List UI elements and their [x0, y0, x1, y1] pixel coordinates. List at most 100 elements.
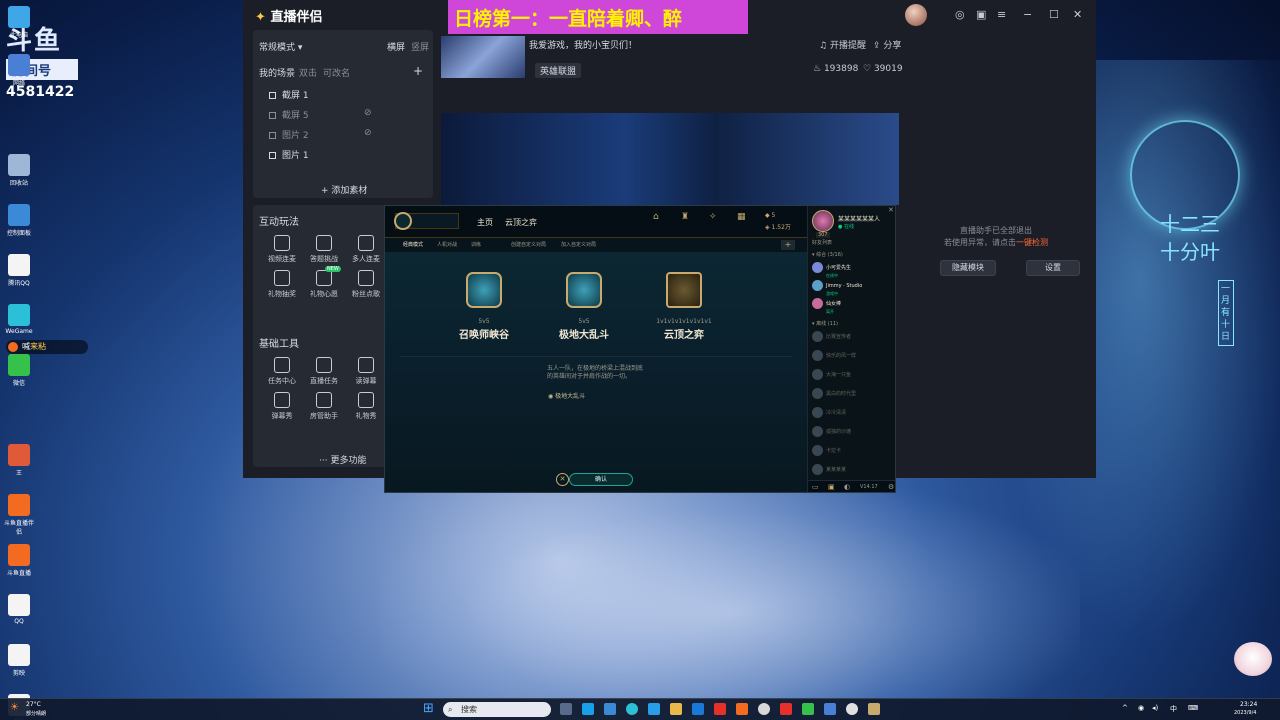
profile-nav-icon[interactable]: ⌂	[653, 212, 659, 222]
game-mode-card[interactable]: 5v5 极地大乱斗	[549, 272, 619, 341]
interact-item[interactable]: 礼物抽奖	[261, 270, 303, 299]
play-button[interactable]	[394, 212, 459, 230]
desktop-icon[interactable]: 微信	[4, 354, 34, 387]
hide-module-button[interactable]: 隐藏模块	[940, 260, 996, 276]
pet-mascot-icon[interactable]	[1234, 642, 1272, 676]
scene-tab-mine[interactable]: 我的场景	[259, 66, 295, 79]
mission-icon[interactable]: ◐	[844, 483, 850, 491]
help-icon[interactable]: ⚙	[888, 483, 894, 491]
scene-item[interactable]: 图片 2 ⊘	[269, 128, 379, 141]
tray-chevron-icon[interactable]: ^	[1122, 704, 1128, 712]
chat-icon[interactable]: ▭	[812, 483, 819, 491]
interact-item[interactable]: 多人连麦	[345, 235, 387, 264]
start-icon[interactable]: ⊞	[423, 701, 434, 716]
profile-avatar[interactable]	[812, 210, 834, 232]
weather-text[interactable]: 部分晴朗	[26, 710, 46, 717]
obs-icon[interactable]	[846, 703, 858, 715]
store-nav-icon[interactable]: ▦	[737, 212, 746, 222]
sub-tab[interactable]: 创建自定义对局	[511, 241, 546, 248]
store-icon[interactable]	[692, 703, 704, 715]
desktop-icon[interactable]: 斗鱼直播伴侣	[4, 494, 34, 536]
desktop-icon[interactable]: QQ	[4, 594, 34, 625]
volume-icon[interactable]: ◂)	[1152, 704, 1158, 712]
add-party-icon[interactable]: +	[781, 240, 795, 250]
scene-item[interactable]: 截屏 1	[269, 88, 379, 101]
friend-row[interactable]: 快乐的风一样	[812, 350, 895, 361]
browser-icon[interactable]	[604, 703, 616, 715]
more-functions-button[interactable]: ··· 更多功能	[319, 453, 366, 466]
category-tag[interactable]: 英雄联盟	[535, 63, 582, 78]
wegame-icon[interactable]	[626, 703, 638, 715]
search-input[interactable]: ⌕ 搜索	[443, 702, 551, 717]
sub-tab[interactable]: 经典模式	[403, 241, 423, 248]
folder-icon[interactable]	[670, 703, 682, 715]
interact-item[interactable]: 粉丝点歌	[345, 270, 387, 299]
menu-icon[interactable]: ≡	[997, 8, 1006, 21]
desktop-icon[interactable]: 王	[4, 444, 34, 477]
scene-item[interactable]: 截屏 5 ⊘	[269, 108, 379, 121]
league-icon[interactable]	[868, 703, 880, 715]
tool-item[interactable]: 弹幕秀	[261, 392, 303, 421]
mail-icon[interactable]	[648, 703, 660, 715]
friend-row[interactable]: 卡拉卡	[812, 445, 895, 456]
tool-item[interactable]: 读弹幕	[345, 357, 387, 386]
cancel-button[interactable]: ✕	[556, 473, 569, 486]
wechat-icon[interactable]	[802, 703, 814, 715]
mode-landscape[interactable]: 横屏	[387, 40, 405, 53]
friend-row[interactable]: 冷冷清清	[812, 407, 895, 418]
tool-item[interactable]: 任务中心	[261, 357, 303, 386]
desktop-icon[interactable]: 斗鱼直播	[4, 544, 34, 577]
opera-icon[interactable]	[714, 703, 726, 715]
hidden-eye-icon[interactable]: ⊘	[364, 108, 372, 118]
friend-row[interactable]: Jimmy · Studio 游戏中	[812, 280, 895, 297]
hidden-eye-icon[interactable]: ⊘	[364, 128, 372, 138]
task-view-icon[interactable]	[560, 703, 572, 715]
tool-item[interactable]: 房管助手	[303, 392, 345, 421]
friend-add-icon[interactable]: ▣	[828, 483, 835, 491]
social-close-icon[interactable]: ✕	[888, 206, 894, 214]
minimize-icon[interactable]: −	[1023, 8, 1032, 21]
clock-time[interactable]: 23:24	[1240, 701, 1257, 708]
input-icon[interactable]: ⌨	[1188, 704, 1198, 712]
loot-nav-icon[interactable]: ✧	[709, 212, 717, 222]
collection-nav-icon[interactable]: ♜	[681, 212, 689, 222]
music-icon[interactable]	[780, 703, 792, 715]
network-icon[interactable]: ◉	[1138, 704, 1144, 712]
add-material-button[interactable]: + 添加素材	[321, 183, 367, 196]
sub-tab[interactable]: 训练	[471, 241, 481, 248]
desktop-icon[interactable]: 控制面板	[4, 204, 34, 237]
friend-row[interactable]: 比赛宣传者	[812, 331, 895, 342]
mode-portrait[interactable]: 竖屏	[411, 40, 429, 53]
scene-item[interactable]: 图片 1	[269, 148, 379, 161]
interact-item[interactable]: 礼物心愿 NEW	[303, 266, 345, 299]
nav-home[interactable]: 主页	[477, 217, 493, 228]
friend-row[interactable]: 黑白的时代里	[812, 388, 895, 399]
friend-row[interactable]: 仙女棒 离开	[812, 298, 895, 315]
add-scene-icon[interactable]: +	[413, 64, 423, 78]
window-avatar[interactable]	[905, 4, 927, 26]
friend-row[interactable]: 某某某某	[812, 464, 895, 475]
interact-item[interactable]: 答题挑战	[303, 235, 345, 264]
desktop-icon[interactable]: 网络	[4, 54, 34, 87]
settings-icon[interactable]: ▣	[976, 8, 986, 21]
desktop-icon[interactable]: WeGame	[4, 304, 34, 335]
douyu-icon[interactable]	[736, 703, 748, 715]
confirm-button[interactable]: 确认	[569, 473, 633, 486]
close-icon[interactable]: ✕	[1073, 8, 1082, 21]
friend-row[interactable]: 孤独的沙滩	[812, 426, 895, 437]
edge-icon[interactable]	[582, 703, 594, 715]
maximize-icon[interactable]: ☐	[1049, 8, 1059, 21]
sub-tab[interactable]: 人机对战	[437, 241, 457, 248]
clock-date[interactable]: 2023/9/4	[1234, 710, 1256, 716]
nav-tft[interactable]: 云顶之弈	[505, 217, 537, 228]
qq-icon[interactable]	[758, 703, 770, 715]
friend-row[interactable]: 小可爱先生 在线中	[812, 262, 895, 279]
desktop-icon[interactable]: 此电脑	[4, 6, 34, 39]
desktop-icon[interactable]: 回收站	[4, 154, 34, 187]
share-button[interactable]: ⇪ 分享	[873, 38, 901, 51]
tool-item[interactable]: 礼物秀	[345, 392, 387, 421]
headset-icon[interactable]: ◎	[955, 8, 965, 21]
interact-item[interactable]: 视频连麦	[261, 235, 303, 264]
stream-thumbnail[interactable]	[441, 36, 525, 78]
game-mode-card[interactable]: 1v1v1v1v1v1v1v1 云顶之弈	[649, 272, 719, 341]
